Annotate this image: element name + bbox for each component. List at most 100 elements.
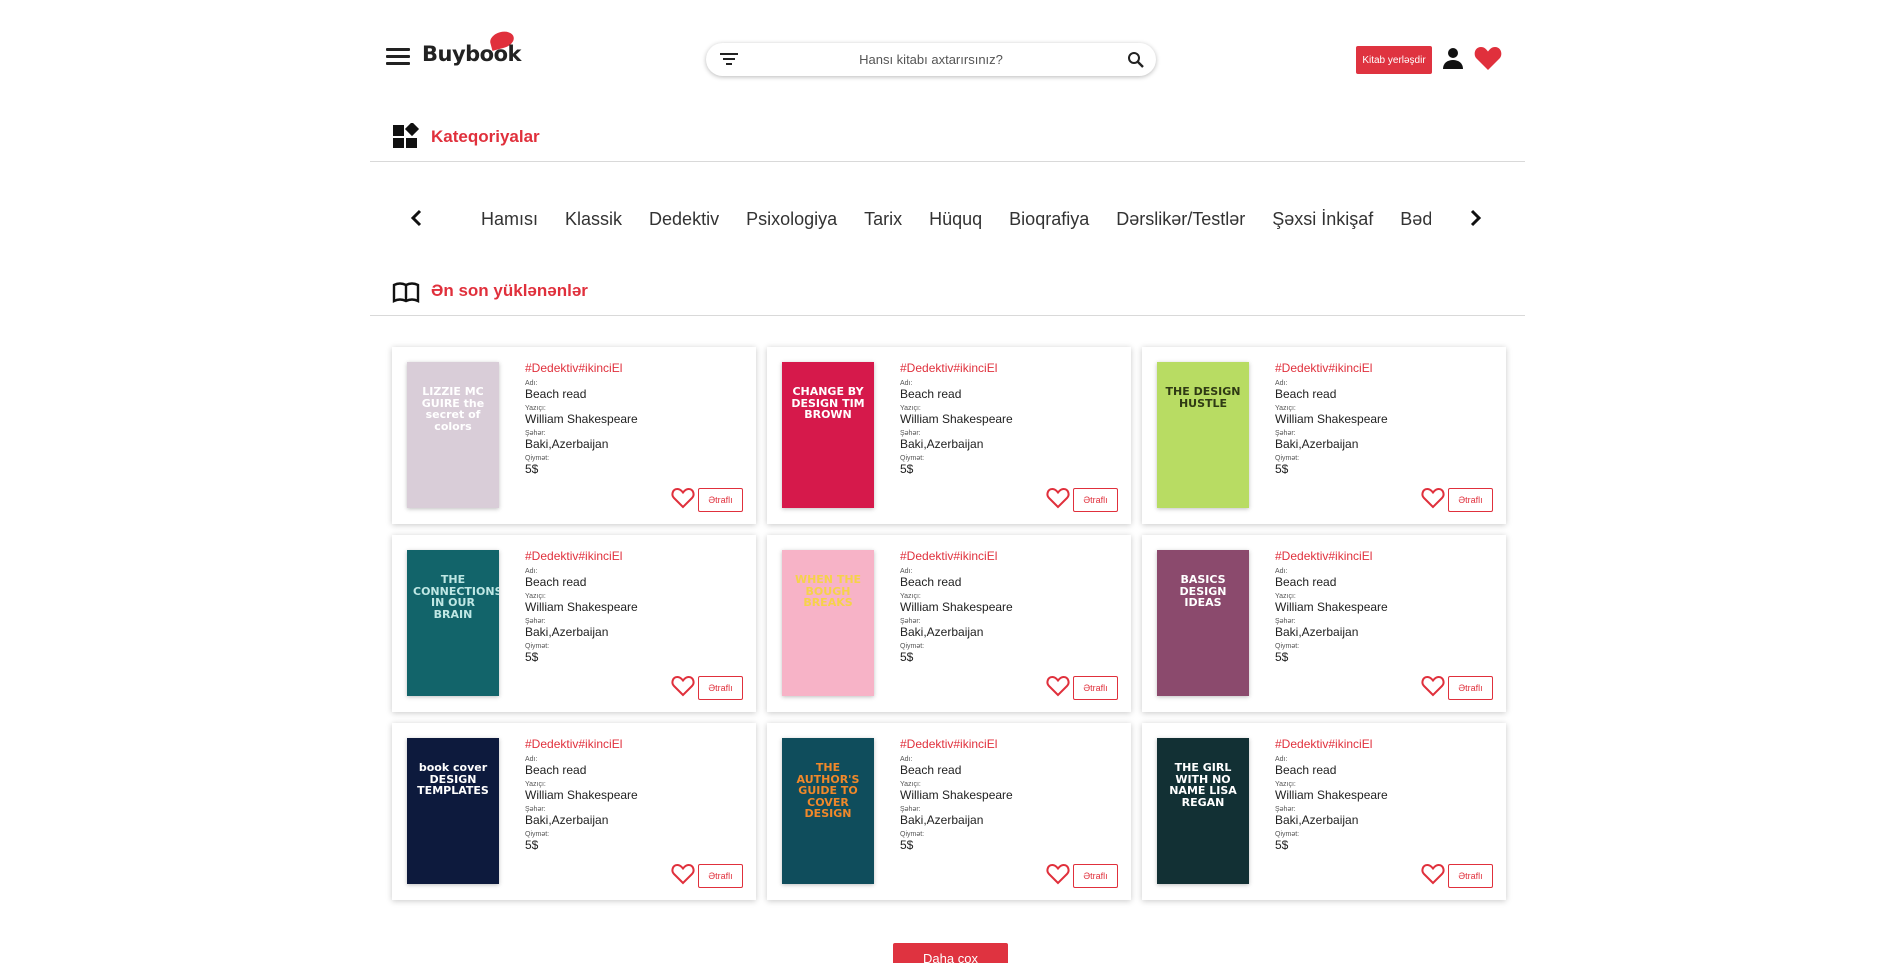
- book-cover[interactable]: THE CONNECTIONS IN OUR BRAIN: [407, 550, 499, 696]
- book-price: 5$: [900, 838, 914, 852]
- book-author: William Shakespeare: [900, 788, 1013, 802]
- book-card[interactable]: CHANGE BY DESIGN TIM BROWN #Dedektiv#iki…: [767, 347, 1131, 524]
- logo[interactable]: Buybook: [422, 42, 522, 66]
- book-info: #Dedektiv#ikinciEl Adı: Beach read Yazıçı…: [900, 361, 1100, 480]
- book-card[interactable]: BASICS DESIGN IDEAS #Dedektiv#ikinciEl A…: [1142, 535, 1506, 712]
- details-button[interactable]: Ətraflı: [698, 488, 743, 512]
- page: Buybook Kitab yerləşdir Kateqoriyalar: [0, 0, 1887, 963]
- heart-outline-icon[interactable]: [1421, 675, 1445, 697]
- details-button[interactable]: Ətraflı: [698, 864, 743, 888]
- search-bar: [706, 43, 1156, 76]
- book-tags[interactable]: #Dedektiv#ikinciEl: [525, 737, 725, 751]
- book-author: William Shakespeare: [525, 600, 638, 614]
- details-button[interactable]: Ətraflı: [1448, 488, 1493, 512]
- book-tags[interactable]: #Dedektiv#ikinciEl: [525, 549, 725, 563]
- book-cover[interactable]: WHEN THE BOUGH BREAKS: [782, 550, 874, 696]
- load-more-button[interactable]: Daha çox: [893, 943, 1008, 963]
- filter-icon[interactable]: [720, 51, 738, 67]
- category-item[interactable]: Klassik: [565, 200, 622, 238]
- book-tags[interactable]: #Dedektiv#ikinciEl: [1275, 737, 1475, 751]
- category-item[interactable]: Dərslikər/Testlər: [1116, 200, 1245, 238]
- details-button[interactable]: Ətraflı: [1073, 488, 1118, 512]
- details-button[interactable]: Ətraflı: [1073, 676, 1118, 700]
- book-card[interactable]: THE CONNECTIONS IN OUR BRAIN #Dedektiv#i…: [392, 535, 756, 712]
- price-label: Qiymət:: [525, 455, 550, 462]
- heart-outline-icon[interactable]: [671, 487, 695, 509]
- price-label: Qiymət:: [525, 643, 550, 650]
- book-tags[interactable]: #Dedektiv#ikinciEl: [900, 361, 1100, 375]
- details-button[interactable]: Ətraflı: [698, 676, 743, 700]
- book-cover[interactable]: THE DESIGN HUSTLE: [1157, 362, 1249, 508]
- heart-outline-icon[interactable]: [1046, 487, 1070, 509]
- book-card[interactable]: THE AUTHOR'S GUIDE TO COVER DESIGN #Dede…: [767, 723, 1131, 900]
- cover-title: book cover DESIGN TEMPLATES: [417, 761, 489, 798]
- book-info: #Dedektiv#ikinciEl Adı: Beach read Yazıçı…: [525, 361, 725, 480]
- book-name: Beach read: [1275, 763, 1337, 777]
- open-book-icon: [392, 282, 420, 303]
- book-card[interactable]: THE DESIGN HUSTLE #Dedektiv#ikinciEl Adı…: [1142, 347, 1506, 524]
- book-card[interactable]: WHEN THE BOUGH BREAKS #Dedektiv#ikinciEl…: [767, 535, 1131, 712]
- book-tags[interactable]: #Dedektiv#ikinciEl: [1275, 549, 1475, 563]
- book-card[interactable]: book cover DESIGN TEMPLATES #Dedektiv#ik…: [392, 723, 756, 900]
- book-author: William Shakespeare: [525, 788, 638, 802]
- search-input[interactable]: [766, 43, 1096, 76]
- category-item[interactable]: Bioqrafiya: [1009, 200, 1089, 238]
- category-item[interactable]: Psixologiya: [746, 200, 837, 238]
- book-price: 5$: [1275, 838, 1289, 852]
- heart-outline-icon[interactable]: [1046, 675, 1070, 697]
- heart-outline-icon[interactable]: [1046, 863, 1070, 885]
- book-cover[interactable]: THE GIRL WITH NO NAME LISA REGAN: [1157, 738, 1249, 884]
- book-cover[interactable]: THE AUTHOR'S GUIDE TO COVER DESIGN: [782, 738, 874, 884]
- heart-outline-icon[interactable]: [671, 863, 695, 885]
- book-tags[interactable]: #Dedektiv#ikinciEl: [1275, 361, 1475, 375]
- chevron-right-icon[interactable]: [1463, 206, 1487, 230]
- price-label: Qiymət:: [900, 455, 925, 462]
- author-label: Yazıçı:: [900, 593, 921, 600]
- name-label: Adı:: [525, 756, 538, 763]
- category-item[interactable]: Tarix: [864, 200, 902, 238]
- book-author: William Shakespeare: [1275, 788, 1388, 802]
- user-icon[interactable]: [1441, 46, 1465, 70]
- book-price: 5$: [1275, 650, 1289, 664]
- book-info: #Dedektiv#ikinciEl Adı: Beach read Yazıçı…: [1275, 361, 1475, 480]
- book-city: Baki,Azerbaijan: [525, 813, 609, 827]
- book-city: Baki,Azerbaijan: [525, 437, 609, 451]
- heart-outline-icon[interactable]: [671, 675, 695, 697]
- category-item[interactable]: Dedektiv: [649, 200, 719, 238]
- publish-book-button[interactable]: Kitab yerləşdir: [1356, 46, 1432, 74]
- favorites-heart-icon[interactable]: [1474, 45, 1502, 71]
- book-card[interactable]: LIZZIE MC GUIRE the secret of colors #De…: [392, 347, 756, 524]
- book-tags[interactable]: #Dedektiv#ikinciEl: [525, 361, 725, 375]
- author-label: Yazıçı:: [1275, 405, 1296, 412]
- heart-outline-icon[interactable]: [1421, 863, 1445, 885]
- book-cover[interactable]: BASICS DESIGN IDEAS: [1157, 550, 1249, 696]
- book-city: Baki,Azerbaijan: [900, 813, 984, 827]
- details-button[interactable]: Ətraflı: [1073, 864, 1118, 888]
- price-label: Qiymət:: [1275, 831, 1300, 838]
- book-author: William Shakespeare: [1275, 600, 1388, 614]
- heart-outline-icon[interactable]: [1421, 487, 1445, 509]
- category-item[interactable]: Şəxsi İnkişaf: [1272, 200, 1373, 238]
- book-tags[interactable]: #Dedektiv#ikinciEl: [900, 549, 1100, 563]
- category-item[interactable]: Hamısı: [481, 200, 538, 238]
- details-button[interactable]: Ətraflı: [1448, 676, 1493, 700]
- chevron-left-icon[interactable]: [405, 206, 429, 230]
- search-icon[interactable]: [1127, 51, 1144, 68]
- author-label: Yazıçı:: [525, 593, 546, 600]
- city-label: Şəhər:: [525, 806, 546, 813]
- book-cover[interactable]: book cover DESIGN TEMPLATES: [407, 738, 499, 884]
- category-item[interactable]: Hüquq: [929, 200, 982, 238]
- details-button[interactable]: Ətraflı: [1448, 864, 1493, 888]
- book-tags[interactable]: #Dedektiv#ikinciEl: [900, 737, 1100, 751]
- categories-title: Kateqoriyalar: [431, 127, 540, 146]
- name-label: Adı:: [525, 568, 538, 575]
- book-city: Baki,Azerbaijan: [900, 625, 984, 639]
- book-cover[interactable]: CHANGE BY DESIGN TIM BROWN: [782, 362, 874, 508]
- book-cover[interactable]: LIZZIE MC GUIRE the secret of colors: [407, 362, 499, 508]
- book-price: 5$: [525, 650, 539, 664]
- book-info: #Dedektiv#ikinciEl Adı: Beach read Yazıçı…: [525, 737, 725, 856]
- menu-icon[interactable]: [386, 48, 410, 66]
- book-card[interactable]: THE GIRL WITH NO NAME LISA REGAN #Dedekt…: [1142, 723, 1506, 900]
- latest-header: Ən son yüklənənlər: [370, 272, 1525, 316]
- category-item[interactable]: Bədii: [1400, 200, 1431, 238]
